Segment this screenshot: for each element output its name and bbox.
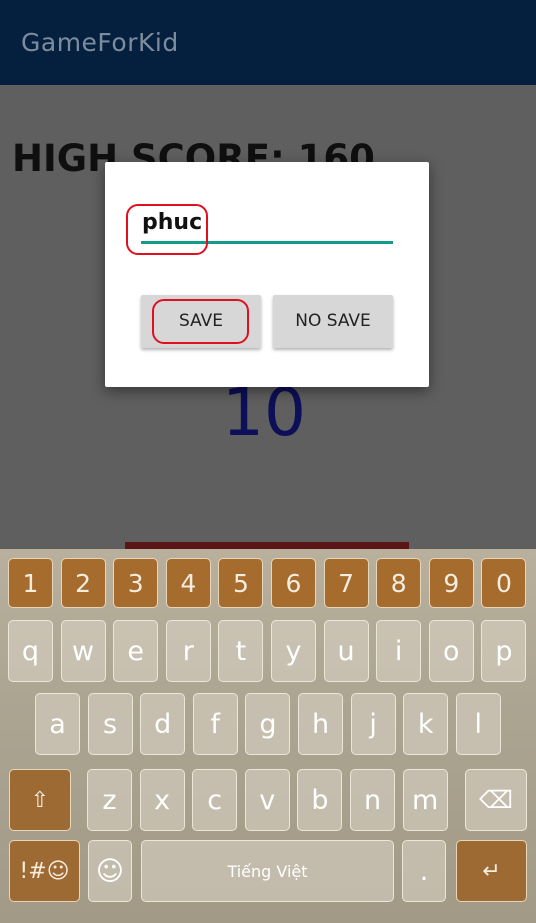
key[interactable]: l bbox=[455, 693, 501, 755]
key[interactable]: 7 bbox=[323, 558, 369, 608]
key[interactable]: 8 bbox=[376, 558, 422, 608]
red-button-edge bbox=[125, 542, 409, 549]
key[interactable]: h bbox=[298, 693, 343, 755]
key[interactable]: r bbox=[165, 620, 211, 682]
save-highlight-annotation bbox=[152, 299, 249, 344]
key[interactable]: t bbox=[218, 620, 264, 682]
key[interactable]: 3 bbox=[113, 558, 159, 608]
enter-key-icon[interactable]: ↵ bbox=[456, 840, 527, 902]
key[interactable]: g bbox=[245, 693, 291, 755]
period-key[interactable]: . bbox=[402, 840, 446, 902]
space-key[interactable]: Tiếng Việt bbox=[141, 840, 394, 902]
key[interactable]: n bbox=[350, 769, 395, 831]
key[interactable]: c bbox=[192, 769, 238, 831]
soft-keyboard: 1234567890 qwertyuiop asdfghjkl zxcvbnm … bbox=[0, 549, 536, 923]
key[interactable]: u bbox=[323, 620, 369, 682]
key[interactable]: w bbox=[60, 620, 106, 682]
emoji-key-icon[interactable]: ☺ bbox=[88, 840, 132, 902]
save-score-dialog: phuc SAVE NO SAVE bbox=[105, 162, 429, 387]
shift-key-icon[interactable]: ⇧ bbox=[9, 769, 71, 831]
key[interactable]: 4 bbox=[165, 558, 211, 608]
input-highlight-annotation bbox=[126, 204, 208, 255]
key[interactable]: a bbox=[35, 693, 80, 755]
key[interactable]: 2 bbox=[60, 558, 106, 608]
key[interactable]: v bbox=[244, 769, 290, 831]
key[interactable]: o bbox=[428, 620, 474, 682]
key[interactable]: z bbox=[87, 769, 132, 831]
key[interactable]: 5 bbox=[218, 558, 264, 608]
key[interactable]: s bbox=[87, 693, 133, 755]
key[interactable]: m bbox=[402, 769, 448, 831]
app-bar: GameForKid bbox=[0, 0, 536, 85]
symbols-key[interactable]: !#☺ bbox=[9, 840, 80, 902]
key[interactable]: e bbox=[113, 620, 159, 682]
key[interactable]: j bbox=[350, 693, 396, 755]
no-save-button[interactable]: NO SAVE bbox=[273, 295, 393, 348]
key[interactable]: b bbox=[297, 769, 343, 831]
backspace-key-icon[interactable]: ⌫ bbox=[465, 769, 527, 831]
key[interactable]: q bbox=[8, 620, 53, 682]
key[interactable]: y bbox=[271, 620, 316, 682]
key[interactable]: p bbox=[481, 620, 527, 682]
app-title: GameForKid bbox=[21, 28, 179, 57]
key[interactable]: 0 bbox=[481, 558, 527, 608]
key[interactable]: k bbox=[403, 693, 449, 755]
key[interactable]: 1 bbox=[8, 558, 53, 608]
key[interactable]: 9 bbox=[428, 558, 474, 608]
key[interactable]: x bbox=[139, 769, 185, 831]
key[interactable]: i bbox=[376, 620, 422, 682]
key[interactable]: f bbox=[192, 693, 238, 755]
key[interactable]: 6 bbox=[271, 558, 316, 608]
key[interactable]: d bbox=[140, 693, 186, 755]
